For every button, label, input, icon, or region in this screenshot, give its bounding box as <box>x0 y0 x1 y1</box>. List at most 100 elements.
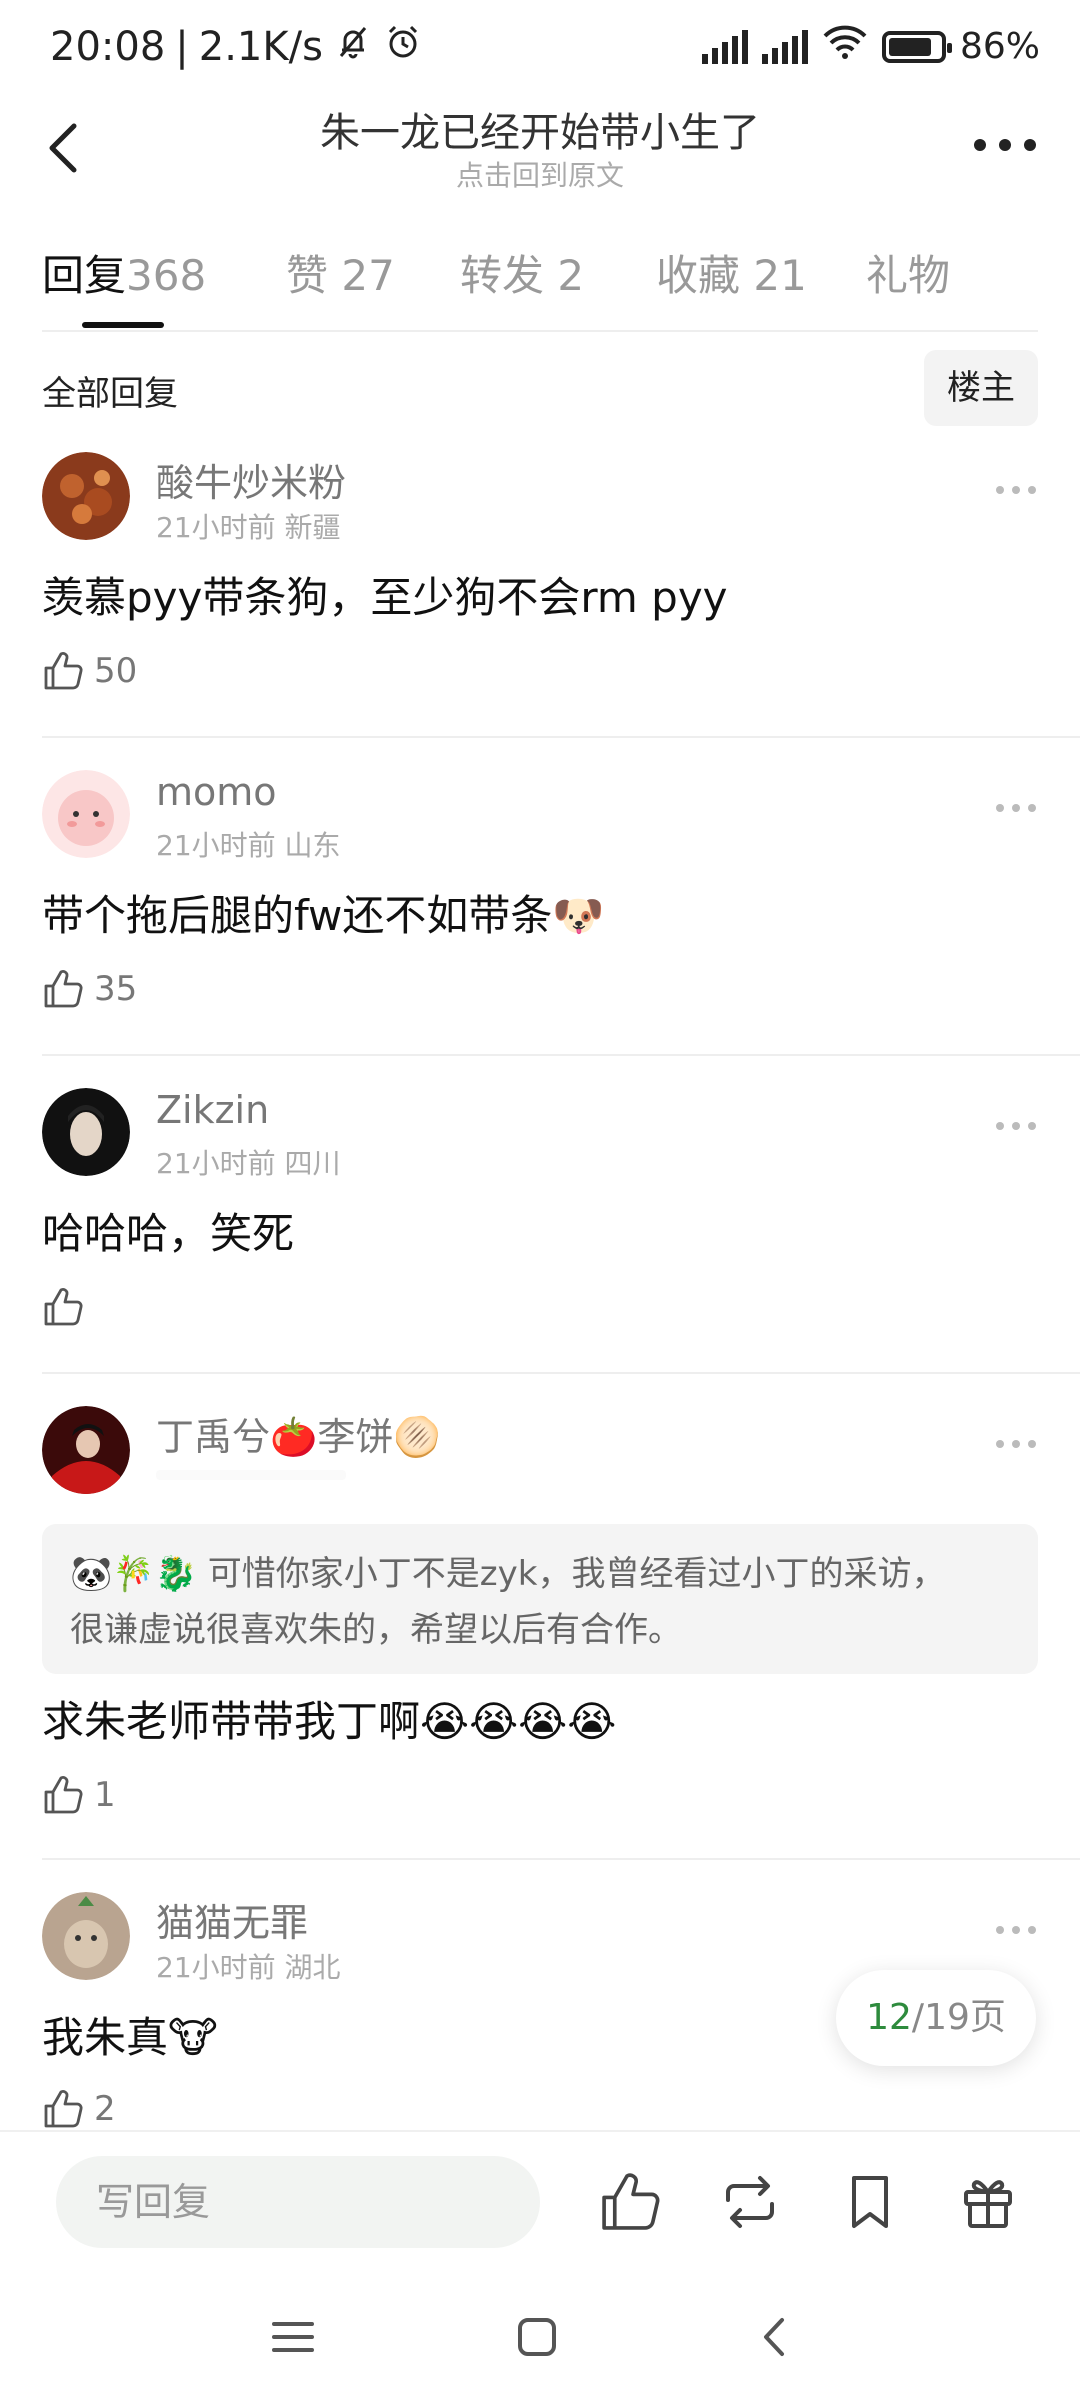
comment-meta-hidden <box>156 1470 346 1480</box>
like-count: 1 <box>94 1775 116 1815</box>
status-left: 20:08 | 2.1K/s <box>50 22 423 72</box>
more-icon <box>996 1122 1036 1130</box>
alarm-icon <box>383 22 423 72</box>
more-icon <box>996 804 1036 812</box>
comment-more-button[interactable] <box>994 800 1038 814</box>
divider <box>42 1858 1080 1860</box>
like-button[interactable]: 50 <box>42 650 137 692</box>
comment-more-button[interactable] <box>994 482 1038 496</box>
username[interactable]: 酸牛炒米粉 <box>156 452 346 507</box>
hd-signal-icon <box>761 29 808 64</box>
comment-more-button[interactable] <box>994 1118 1038 1132</box>
quoted-text-line: 很谦虚说很喜欢朱的，希望以后有合作。 <box>70 1610 682 1650</box>
tab-reposts[interactable]: 转发 2 <box>460 242 584 303</box>
tab-favorites[interactable]: 收藏 21 <box>656 242 807 303</box>
page-indicator[interactable]: 12/19页 <box>836 1970 1036 2066</box>
active-tab-indicator <box>82 322 164 328</box>
system-navigation-bar <box>0 2270 1080 2400</box>
username[interactable]: Zikzin <box>156 1088 269 1132</box>
avatar[interactable] <box>42 1406 130 1494</box>
more-options-button[interactable] <box>970 130 1040 160</box>
current-page: 12 <box>866 1997 912 2038</box>
all-replies-label: 全部回复 <box>42 374 178 414</box>
comment-location: 新疆 <box>284 511 341 544</box>
quoted-reply[interactable]: 🐼🎋🐉 可惜你家小丁不是zyk，我曾经看过小丁的采访， 很谦虚说很喜欢朱的，希望… <box>42 1524 1038 1674</box>
tab-label: 收藏 <box>656 251 741 300</box>
comment-time: 21小时前 <box>156 829 276 862</box>
battery-level: 86% <box>959 26 1040 67</box>
like-icon[interactable] <box>598 2170 662 2234</box>
status-time: 20:08 <box>50 24 166 70</box>
home-icon[interactable] <box>510 2310 564 2364</box>
bottom-action-bar: 写回复 <box>0 2130 1080 2270</box>
username[interactable]: momo <box>156 770 277 814</box>
like-count: 2 <box>94 2089 116 2129</box>
more-icon <box>996 486 1036 494</box>
comment-meta: 21小时前 湖北 <box>156 1946 341 1986</box>
tab-bar: 回复368 赞 27 转发 2 收藏 21 礼物 <box>42 232 1038 332</box>
quoted-text-line: 🐼🎋🐉 可惜你家小丁不是zyk，我曾经看过小丁的采访， <box>70 1554 946 1594</box>
tab-likes[interactable]: 赞 27 <box>286 242 395 303</box>
comment-item: 酸牛炒米粉 21小时前 新疆 羡慕pyy带条狗，至少狗不会rm pyy 50 <box>42 452 1038 702</box>
avatar[interactable] <box>42 770 130 858</box>
bell-mute-icon <box>333 22 373 72</box>
back-to-original-link[interactable]: 点击回到原文 <box>0 154 1080 194</box>
comment-meta: 21小时前 新疆 <box>156 506 341 546</box>
tab-gifts[interactable]: 礼物 <box>866 242 950 303</box>
username[interactable]: 丁禹兮🍅李饼🫓 <box>156 1406 441 1461</box>
username[interactable]: 猫猫无罪 <box>156 1892 308 1947</box>
like-count: 35 <box>94 969 138 1009</box>
comment-more-button[interactable] <box>994 1922 1038 1936</box>
divider <box>42 1054 1080 1056</box>
more-icon <box>996 1926 1036 1934</box>
like-count: 50 <box>94 651 138 691</box>
comment-meta: 21小时前 四川 <box>156 1142 341 1182</box>
comment-location: 湖北 <box>284 1951 341 1984</box>
gift-icon[interactable] <box>956 2170 1020 2234</box>
filter-row: 全部回复 楼主 <box>42 350 1038 426</box>
divider <box>42 736 1080 738</box>
tab-count: 21 <box>753 251 807 300</box>
comment-time: 21小时前 <box>156 1951 276 1984</box>
tab-count: 27 <box>341 251 395 300</box>
comment-text: 羡慕pyy带条狗，至少狗不会rm pyy <box>42 573 728 622</box>
like-button[interactable]: 2 <box>42 2088 116 2130</box>
hd-signal-icon <box>701 29 748 64</box>
comment-item: Zikzin 21小时前 四川 哈哈哈，笑死 <box>42 1088 1038 1338</box>
repost-icon[interactable] <box>718 2170 782 2234</box>
comment-meta: 21小时前 山东 <box>156 824 341 864</box>
more-icon <box>974 139 1036 151</box>
tab-count: 2 <box>557 251 585 300</box>
page-title: 朱一龙已经开始带小生了 <box>320 110 760 156</box>
reply-input[interactable]: 写回复 <box>56 2156 540 2248</box>
comment-text: 我朱真🐮 <box>42 2013 218 2062</box>
avatar[interactable] <box>42 1088 130 1176</box>
tab-replies[interactable]: 回复368 <box>42 242 206 303</box>
thumbs-up-icon <box>44 1776 83 1814</box>
comment-text: 求朱老师带带我丁啊😭😭😭😭 <box>42 1697 617 1746</box>
nav-bar: 朱一龙已经开始带小生了 点击回到原文 <box>0 100 1080 210</box>
back-icon[interactable] <box>748 2310 802 2364</box>
thumbs-up-icon <box>44 970 83 1008</box>
comment-text: 带个拖后腿的fw还不如带条🐶 <box>42 891 605 940</box>
like-button[interactable] <box>42 1286 84 1328</box>
status-separator: | <box>175 24 189 70</box>
thumbs-up-icon <box>44 1288 83 1326</box>
comment-location: 四川 <box>284 1147 341 1180</box>
comment-item: 丁禹兮🍅李饼🫓 🐼🎋🐉 可惜你家小丁不是zyk，我曾经看过小丁的采访， 很谦虚说… <box>42 1406 1038 1826</box>
comment-time: 21小时前 <box>156 1147 276 1180</box>
menu-icon[interactable] <box>266 2310 320 2364</box>
like-button[interactable]: 1 <box>42 1774 116 1816</box>
tab-label: 转发 <box>460 251 545 300</box>
owner-only-button[interactable]: 楼主 <box>924 350 1038 426</box>
bookmark-icon[interactable] <box>838 2170 902 2234</box>
avatar[interactable] <box>42 452 130 540</box>
battery-icon <box>881 30 952 63</box>
comment-item: momo 21小时前 山东 带个拖后腿的fw还不如带条🐶 35 <box>42 770 1038 1020</box>
page-separator: / <box>911 1997 925 2038</box>
comment-more-button[interactable] <box>994 1436 1038 1450</box>
avatar[interactable] <box>42 1892 130 1980</box>
like-button[interactable]: 35 <box>42 968 137 1010</box>
net-speed: 2.1K/s <box>198 24 323 70</box>
comment-location: 山东 <box>284 829 341 862</box>
